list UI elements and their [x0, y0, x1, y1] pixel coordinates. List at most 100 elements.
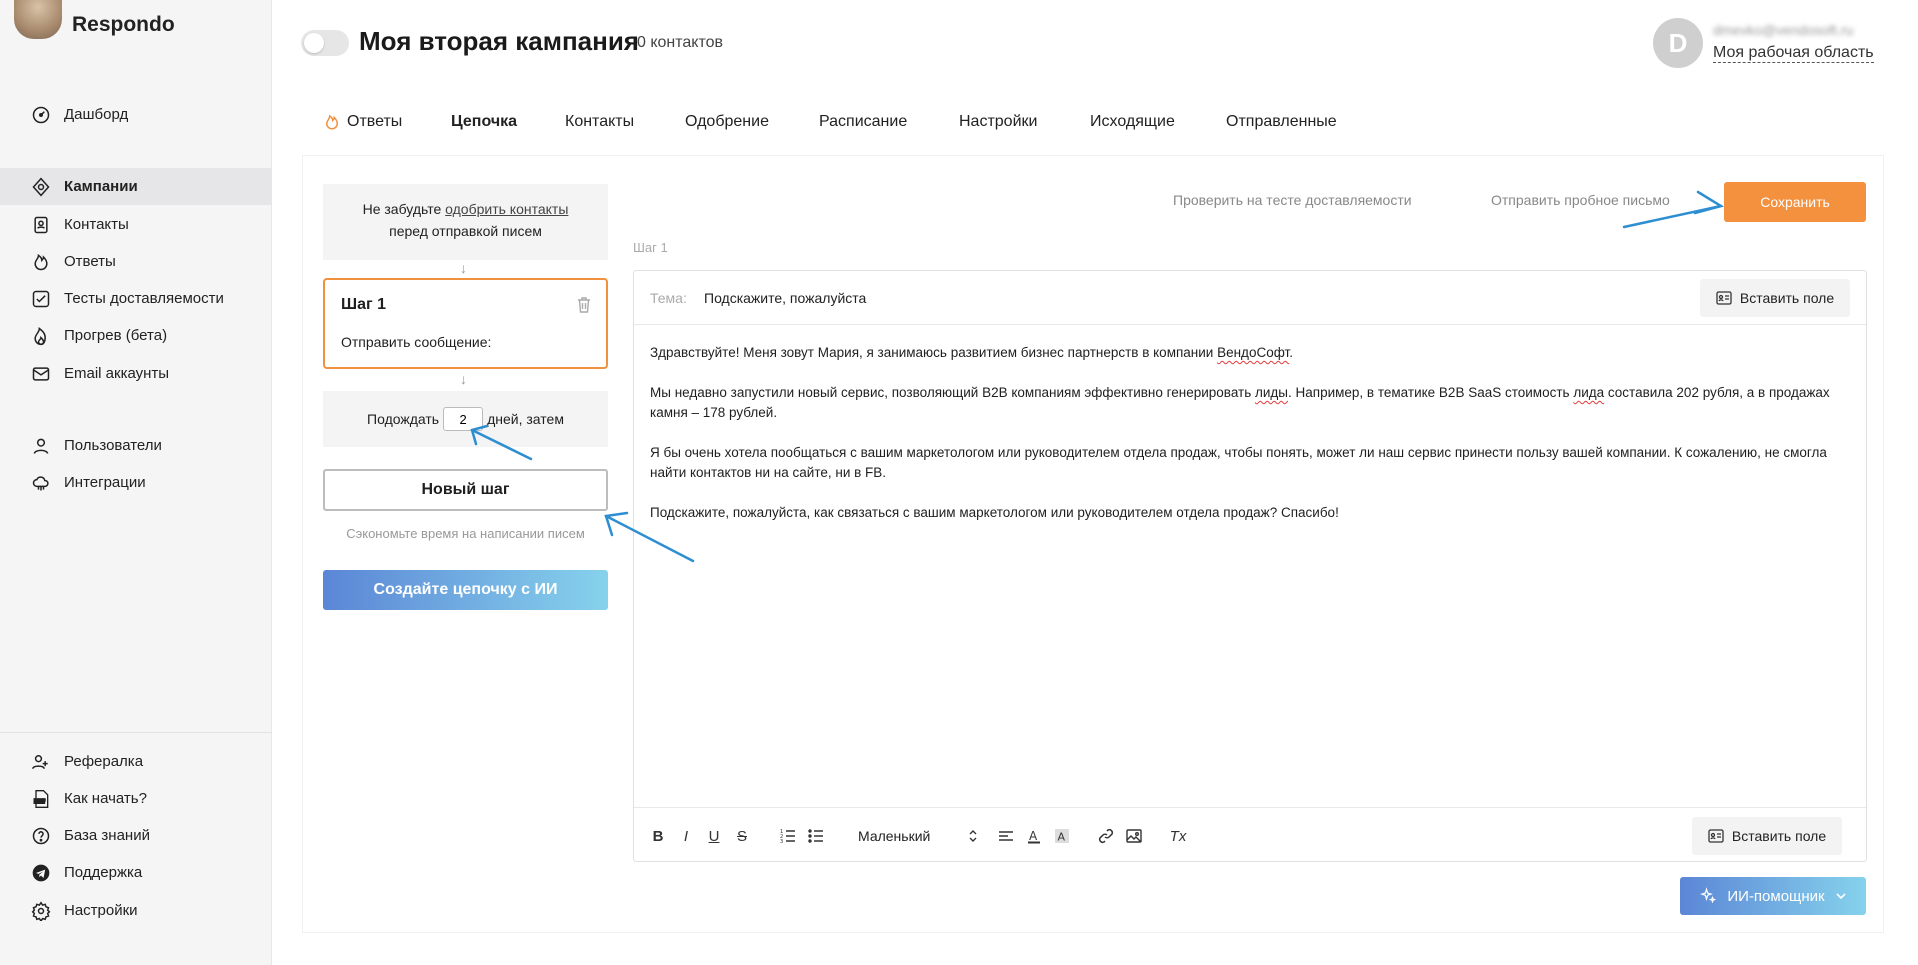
body-text: Здравствуйте! Меня зовут Мария, я занима…: [650, 345, 1218, 360]
step-action: Отправить сообщение:: [341, 334, 492, 350]
align-left-icon: [999, 831, 1013, 841]
tab-settings[interactable]: Настройки: [959, 113, 1037, 131]
wait-days-input[interactable]: [443, 407, 484, 431]
insert-field-label: Вставить поле: [1731, 828, 1827, 844]
tab-sent[interactable]: Отправленные: [1226, 113, 1337, 131]
tab-label: Цепочка: [451, 113, 518, 130]
updown-chevron-icon: [969, 830, 977, 842]
tab-label: Ответы: [347, 113, 403, 130]
users-icon: [30, 751, 52, 773]
field-card-icon: [1708, 829, 1724, 843]
sidebar-item-deliverability-tests[interactable]: Тесты доставляемости: [0, 280, 272, 317]
clear-format-button[interactable]: Tx: [1168, 826, 1188, 846]
sidebar-item-replies[interactable]: Ответы: [0, 243, 272, 280]
sidebar-item-integrations[interactable]: Интеграции: [0, 464, 272, 501]
underline-button[interactable]: U: [704, 826, 724, 846]
save-button[interactable]: Сохранить: [1724, 182, 1866, 222]
sidebar: Respondo Дашборд Кампании Контакты Ответ…: [0, 0, 272, 965]
send-test-email-link[interactable]: Отправить пробное письмо: [1491, 192, 1670, 208]
bullet-list-button[interactable]: [806, 826, 826, 846]
tab-chain[interactable]: Цепочка: [451, 113, 517, 131]
sidebar-item-label: Рефералка: [64, 753, 144, 770]
svg-text:3: 3: [780, 839, 783, 844]
email-body[interactable]: Здравствуйте! Меня зовут Мария, я занима…: [650, 343, 1850, 543]
contacts-count: 0 контактов: [637, 34, 724, 51]
tab-outgoing[interactable]: Исходящие: [1090, 113, 1175, 131]
tab-label: Расписание: [819, 113, 908, 130]
sidebar-item-email-accounts[interactable]: Email аккаунты: [0, 355, 272, 392]
help-icon: [30, 825, 52, 847]
subject-label: Тема:: [650, 290, 687, 306]
font-size-select[interactable]: Маленький: [858, 824, 978, 848]
align-button[interactable]: [996, 826, 1016, 846]
pdf-icon: PDF: [30, 788, 52, 810]
header: Моя вторая кампания 0 контактов D dmevko…: [273, 0, 1918, 85]
sidebar-item-label: Интеграции: [64, 474, 146, 491]
subject-input[interactable]: Подскажите, пожалуйста: [704, 290, 866, 306]
sidebar-item-dashboard[interactable]: Дашборд: [0, 96, 272, 133]
font-size-value: Маленький: [858, 828, 931, 844]
sidebar-item-label: Контакты: [64, 216, 129, 233]
tab-label: Контакты: [565, 113, 635, 130]
sidebar-item-label: Email аккаунты: [64, 365, 170, 382]
chevron-down-icon: [1836, 893, 1846, 900]
gear-icon: [30, 900, 52, 922]
strikethrough-button[interactable]: S: [732, 826, 752, 846]
approve-contacts-link[interactable]: одобрить контакты: [445, 201, 568, 217]
sidebar-item-label: Прогрев (бета): [64, 327, 168, 344]
link-button[interactable]: [1096, 826, 1116, 846]
insert-field-button-bottom[interactable]: Вставить поле: [1692, 817, 1842, 855]
sidebar-item-support[interactable]: Поддержка: [0, 854, 272, 891]
tab-approval[interactable]: Одобрение: [685, 113, 769, 131]
ordered-list-icon: 123: [780, 829, 795, 844]
sidebar-item-label: База знаний: [64, 827, 150, 844]
workspace-link[interactable]: Моя рабочая область: [1713, 44, 1874, 63]
sidebar-item-referral[interactable]: Рефералка: [0, 743, 272, 780]
tab-label: Отправленные: [1226, 113, 1337, 130]
app-name: Respondo: [72, 13, 175, 36]
svg-text:PDF: PDF: [34, 799, 45, 805]
insert-field-button[interactable]: Вставить поле: [1700, 279, 1850, 317]
new-step-button[interactable]: Новый шаг: [323, 469, 608, 511]
campaign-tabs: Ответы Цепочка Контакты Одобрение Распис…: [273, 85, 1918, 155]
sidebar-item-campaigns[interactable]: Кампании: [0, 168, 272, 205]
italic-button[interactable]: I: [676, 826, 696, 846]
body-text: Мы недавно запустили новый сервис, позво…: [650, 385, 1256, 400]
mail-icon: [30, 363, 52, 385]
sidebar-item-contacts[interactable]: Контакты: [0, 206, 272, 243]
text-color-button[interactable]: A: [1024, 826, 1044, 846]
check-deliverability-link[interactable]: Проверить на тесте доставляемости: [1173, 192, 1412, 208]
tab-contacts[interactable]: Контакты: [565, 113, 634, 131]
app-logo[interactable]: Respondo: [14, 0, 175, 50]
sidebar-item-warmup[interactable]: Прогрев (бета): [0, 317, 272, 354]
user-icon: [30, 435, 52, 457]
bold-button[interactable]: B: [648, 826, 668, 846]
sidebar-item-knowledge-base[interactable]: База знаний: [0, 817, 272, 854]
sidebar-item-label: Дашборд: [64, 106, 129, 123]
contact-book-icon: [30, 214, 52, 236]
avatar[interactable]: D: [1653, 18, 1703, 68]
ai-helper-label: ИИ-помощник: [1727, 887, 1825, 905]
tab-schedule[interactable]: Расписание: [819, 113, 907, 131]
highlight-color-button[interactable]: A: [1052, 826, 1072, 846]
text-color-icon: A: [1028, 829, 1040, 844]
sidebar-item-how-to-start[interactable]: PDF Как начать?: [0, 780, 272, 817]
chain-arrow-down: ↓: [460, 371, 467, 387]
campaign-title[interactable]: Моя вторая кампания: [359, 26, 639, 57]
sparkles-icon: [1700, 887, 1717, 904]
editor-step-label: Шаг 1: [633, 240, 668, 255]
toggle-knob: [304, 33, 324, 53]
sidebar-item-users[interactable]: Пользователи: [0, 427, 272, 464]
ai-chain-button[interactable]: Создайте цепочку с ИИ: [323, 570, 608, 610]
step-card[interactable]: Шаг 1 Отправить сообщение:: [323, 278, 608, 369]
sidebar-item-label: Как начать?: [64, 790, 147, 807]
sidebar-item-settings[interactable]: Настройки: [0, 892, 272, 929]
body-paragraph: Подскажите, пожалуйста, как связаться с …: [650, 505, 1339, 520]
trash-icon[interactable]: [576, 296, 592, 314]
tab-replies[interactable]: Ответы: [323, 113, 402, 131]
ordered-list-button[interactable]: 123: [778, 826, 798, 846]
ai-helper-button[interactable]: ИИ-помощник: [1680, 877, 1866, 915]
campaign-toggle[interactable]: [301, 30, 349, 56]
image-button[interactable]: [1124, 826, 1144, 846]
wait-delay: Подождать дней, затем: [323, 391, 608, 447]
